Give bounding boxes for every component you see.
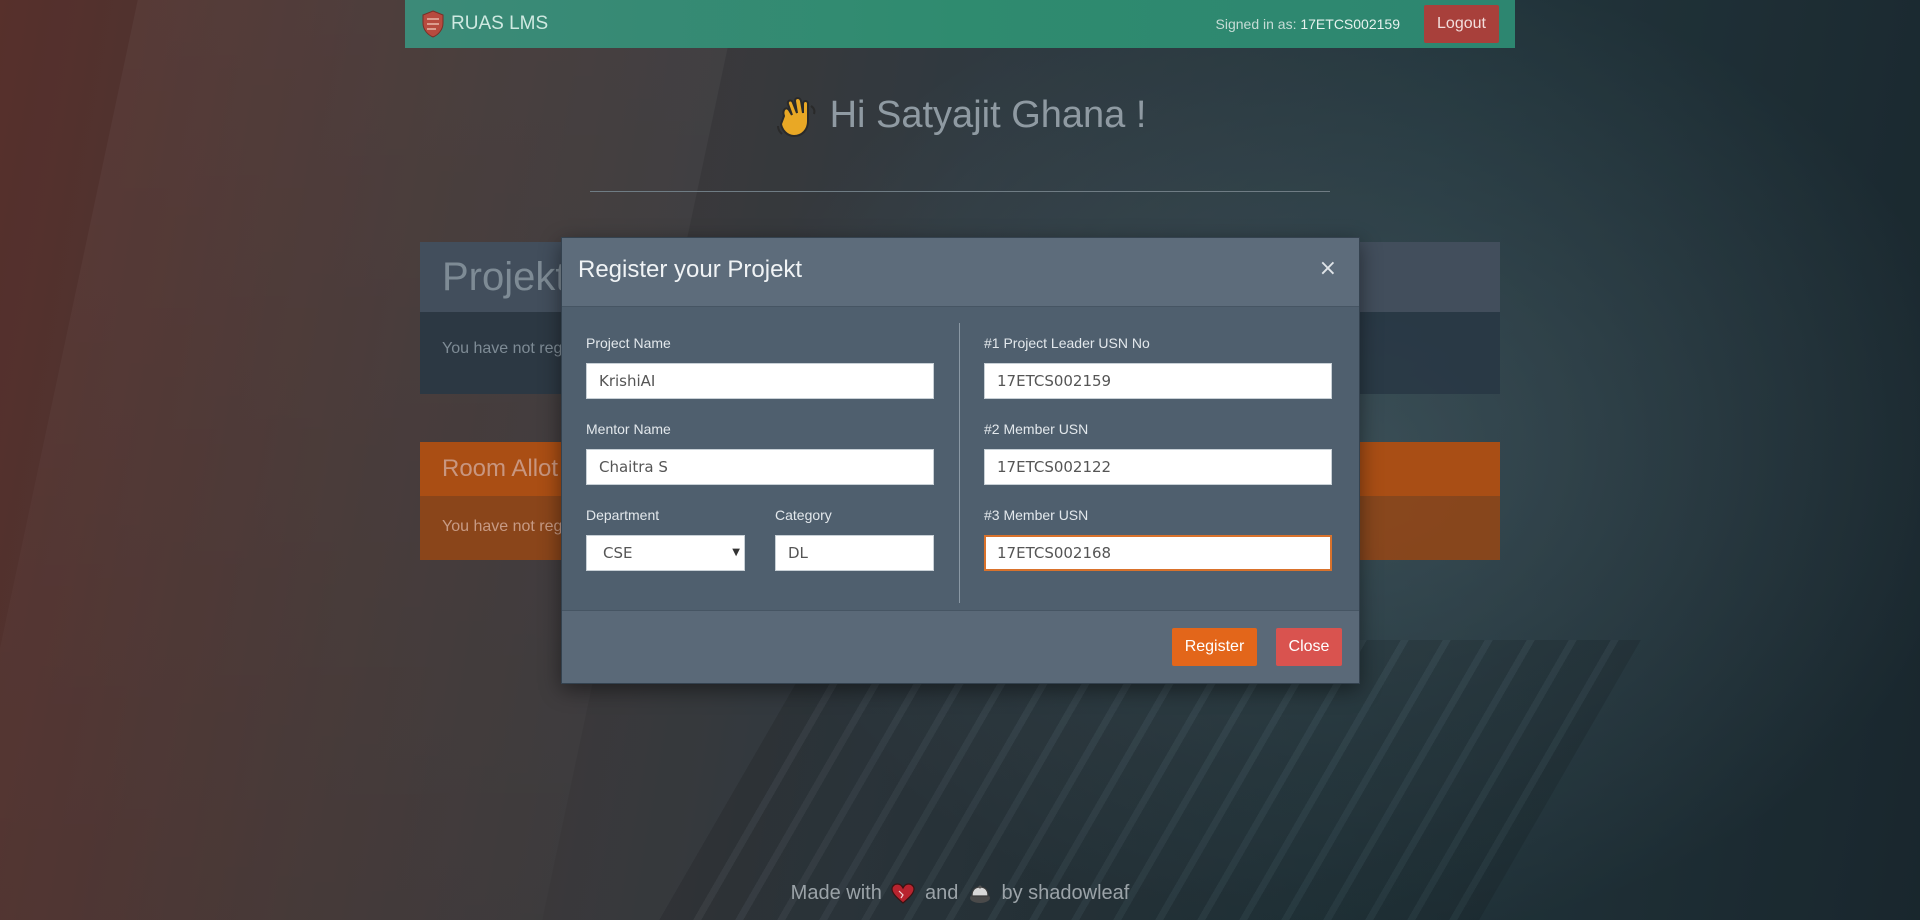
department-label: Department xyxy=(586,507,660,523)
signed-in-prefix: Signed in as: xyxy=(1215,16,1301,32)
greeting-text: Hi Satyajit Ghana ! xyxy=(829,94,1147,137)
category-label: Category xyxy=(775,507,832,523)
leader-usn-input[interactable]: 17ETCS002159 xyxy=(984,363,1332,399)
category-input[interactable]: DL xyxy=(775,535,934,571)
header-divider xyxy=(590,191,1330,192)
department-select[interactable]: CSE ▼ xyxy=(586,535,745,571)
brand[interactable]: RUAS LMS xyxy=(421,10,548,38)
shield-icon xyxy=(422,10,444,38)
signed-in-user: 17ETCS002159 xyxy=(1300,16,1400,32)
signed-in-status: Signed in as: 17ETCS002159 xyxy=(1216,16,1400,32)
register-projekt-modal: Register your Projekt × Project Name Kri… xyxy=(561,237,1360,684)
register-button[interactable]: Register xyxy=(1172,628,1257,666)
column-divider xyxy=(959,323,960,603)
member3-usn-label: #3 Member USN xyxy=(984,507,1089,523)
page-greeting: Hi Satyajit Ghana ! xyxy=(0,94,1920,140)
footer-by: by shadowleaf xyxy=(1001,882,1130,904)
project-name-label: Project Name xyxy=(586,335,671,351)
mentor-name-label: Mentor Name xyxy=(586,421,671,437)
member2-usn-label: #2 Member USN xyxy=(984,421,1089,437)
modal-footer: Register Close xyxy=(562,610,1359,683)
brand-name: RUAS LMS xyxy=(451,13,549,34)
mentor-name-input[interactable]: Chaitra S xyxy=(586,449,934,485)
page-footer: Made with and by shadowleaf xyxy=(0,882,1920,905)
caret-down-icon: ▼ xyxy=(732,547,740,558)
logout-button[interactable]: Logout xyxy=(1424,5,1499,43)
project-name-input[interactable]: KrishiAI xyxy=(586,363,934,399)
modal-header: Register your Projekt × xyxy=(562,238,1359,307)
top-navbar: RUAS LMS Signed in as: 17ETCS002159 Logo… xyxy=(405,0,1515,48)
member3-usn-input[interactable]: 17ETCS002168 xyxy=(984,535,1332,571)
waving-hand-icon xyxy=(776,97,815,138)
heart-icon xyxy=(891,883,915,904)
modal-body: Project Name KrishiAI Mentor Name Chaitr… xyxy=(562,307,1359,609)
leader-usn-label: #1 Project Leader USN No xyxy=(984,335,1150,351)
footer-made-with: Made with xyxy=(790,882,882,904)
coffee-icon xyxy=(969,885,990,903)
department-value: CSE xyxy=(603,544,633,562)
member2-usn-input[interactable]: 17ETCS002122 xyxy=(984,449,1332,485)
footer-and: and xyxy=(924,882,959,904)
close-icon[interactable]: × xyxy=(1319,256,1337,281)
close-button[interactable]: Close xyxy=(1276,628,1342,666)
modal-title: Register your Projekt xyxy=(578,256,803,283)
